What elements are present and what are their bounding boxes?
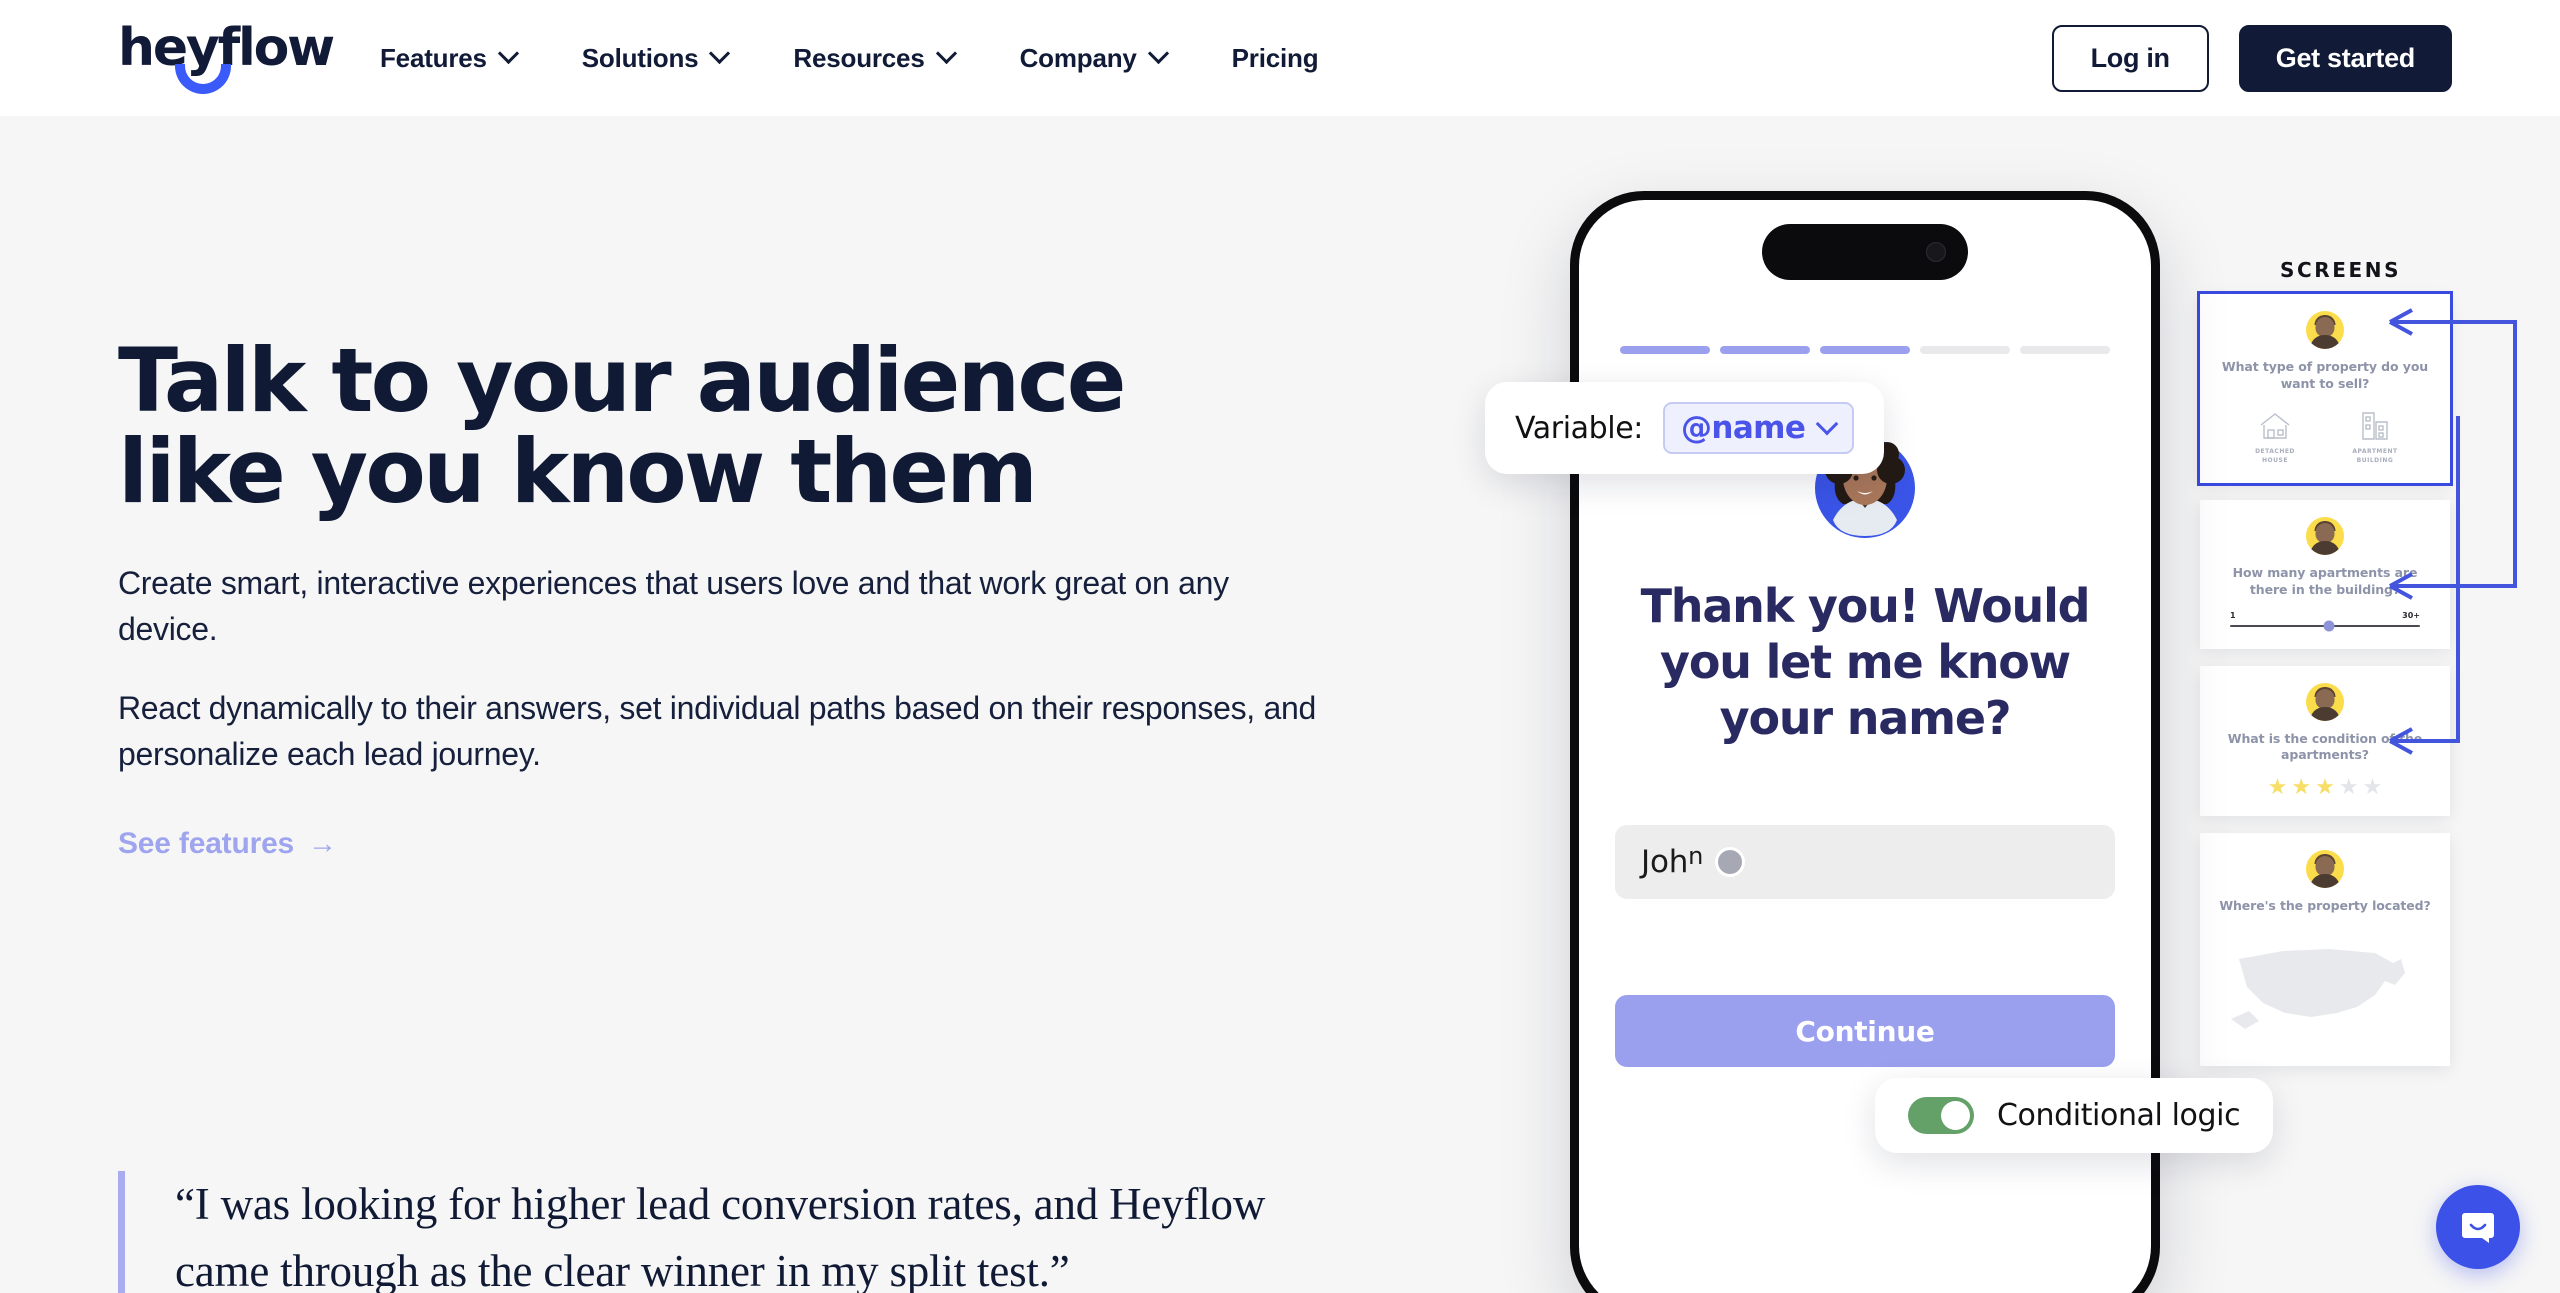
progress-bar: [1620, 346, 2110, 354]
screen-card-question: What type of property do you want to sel…: [2221, 359, 2429, 391]
chevron-down-icon: [938, 46, 956, 64]
conditional-logic-label: Conditional logic: [1997, 1098, 2241, 1133]
phone-notch: [1762, 224, 1968, 280]
main-navigation: Features Solutions Resources Company Pri…: [380, 0, 1319, 116]
slider-max-label: 30+: [2402, 610, 2420, 620]
nav-label-features: Features: [380, 42, 487, 73]
variable-value: @name: [1680, 410, 1806, 446]
toggle-knob: [1941, 1101, 1970, 1130]
star-icon[interactable]: ★: [2291, 776, 2311, 798]
name-input-value-head: Joh: [1641, 844, 1689, 880]
variable-label: Variable:: [1515, 410, 1643, 446]
star-icon[interactable]: ★: [2268, 776, 2288, 798]
screen-card[interactable]: How many apartments are there in the bui…: [2200, 499, 2450, 649]
slider-handle[interactable]: [2323, 620, 2335, 631]
chevron-down-icon: [1819, 416, 1836, 433]
site-header: heyflow Features Solutions Resources Com…: [0, 0, 2560, 116]
star-rating[interactable]: ★ ★ ★ ★ ★: [2214, 776, 2436, 798]
chevron-down-icon: [1150, 46, 1168, 64]
progress-segment: [2020, 346, 2110, 354]
apartment-count-slider[interactable]: 1 30+: [2230, 611, 2420, 631]
option-apartment-building[interactable]: APARTMENT BUILDING: [2344, 407, 2406, 465]
see-features-link[interactable]: See features →: [118, 827, 337, 861]
page-root: heyflow Features Solutions Resources Com…: [0, 0, 2560, 1293]
header-actions: Log in Get started: [2051, 0, 2452, 116]
hero-paragraph-2: React dynamically to their answers, set …: [118, 690, 1316, 772]
hero-visual: SCREENS What type of property do you wan…: [1330, 116, 2560, 1293]
hero-paragraph-1: Create smart, interactive experiences th…: [118, 565, 1229, 647]
progress-segment: [1820, 346, 1910, 354]
screen-card-list: What type of property do you want to sel…: [2197, 291, 2453, 1083]
chevron-down-icon: [711, 46, 729, 64]
house-icon: [2244, 407, 2306, 441]
variable-select[interactable]: @name: [1662, 402, 1855, 454]
screen-card[interactable]: What is the condition of the apartments?…: [2200, 665, 2450, 817]
quote-text: “I was looking for higher lead conversio…: [175, 1179, 1266, 1293]
screen-card-question: How many apartments are there in the bui…: [2232, 564, 2418, 597]
progress-segment: [1620, 346, 1710, 354]
chat-launcher-button[interactable]: [2436, 1185, 2520, 1269]
progress-segment: [1920, 346, 2010, 354]
star-icon[interactable]: ★: [2315, 776, 2335, 798]
see-features-label: See features: [118, 827, 295, 860]
conditional-logic-toggle[interactable]: [1908, 1097, 1974, 1134]
name-input-value-tail: n: [1688, 842, 1704, 870]
variable-card: Variable: @name: [1485, 382, 1885, 474]
slider-min-label: 1: [2230, 610, 2236, 620]
nav-item-solutions[interactable]: Solutions: [582, 43, 730, 74]
avatar: [2306, 516, 2344, 555]
nav-label-pricing: Pricing: [1231, 42, 1319, 73]
avatar: [2306, 850, 2344, 889]
avatar: [2306, 682, 2344, 721]
nav-label-resources: Resources: [793, 42, 925, 73]
testimonial-quote: “I was looking for higher lead conversio…: [118, 1171, 1318, 1293]
hero-section: Talk to your audience like you know them…: [0, 116, 2560, 1293]
nav-label-company: Company: [1019, 42, 1137, 73]
arrow-right-icon: →: [308, 827, 337, 860]
nav-item-pricing[interactable]: Pricing: [1232, 43, 1319, 74]
nav-label-solutions: Solutions: [581, 42, 699, 73]
intercom-chat-icon: [2462, 1213, 2494, 1243]
hero-copy: Talk to your audience like you know them…: [118, 329, 1368, 861]
screen-card-question: What is the condition of the apartments?: [2227, 730, 2423, 763]
get-started-button[interactable]: Get started: [2238, 24, 2452, 92]
screens-panel-title: SCREENS: [2280, 258, 2402, 282]
page-title: Talk to your audience like you know them: [118, 329, 1126, 523]
chevron-down-icon: [500, 46, 518, 64]
option-detached-house[interactable]: DETACHED HOUSE: [2244, 407, 2306, 465]
slider-end-labels: 1 30+: [2230, 611, 2420, 620]
star-icon[interactable]: ★: [2339, 776, 2359, 798]
avatar: [2306, 311, 2344, 349]
screen-card-options: DETACHED HOUSE APARTMENT BUILDING: [2214, 407, 2436, 465]
option-label: DETACHED HOUSE: [2255, 447, 2295, 464]
continue-button[interactable]: Continue: [1615, 995, 2115, 1067]
option-label: APARTMENT BUILDING: [2352, 447, 2398, 464]
nav-item-company[interactable]: Company: [1020, 43, 1168, 74]
phone-question-text: Thank you! Would you let me know your na…: [1640, 579, 2091, 746]
name-input[interactable]: Joh n: [1615, 825, 2115, 899]
apartment-icon: [2344, 407, 2406, 441]
nav-item-features[interactable]: Features: [380, 43, 518, 74]
progress-segment: [1720, 346, 1810, 354]
slider-track: [2230, 620, 2420, 631]
conditional-logic-card: Conditional logic: [1875, 1078, 2274, 1153]
star-icon[interactable]: ★: [2363, 776, 2383, 798]
typing-cursor-icon: [1715, 847, 1746, 877]
camera-icon: [1926, 242, 1946, 262]
screen-card[interactable]: Where's the property located?: [2200, 833, 2450, 1067]
nav-item-resources[interactable]: Resources: [793, 43, 955, 74]
us-map-icon: [2231, 949, 2405, 1030]
screen-card-question: Where's the property located?: [2219, 898, 2431, 914]
name-input-value: Joh n: [1641, 842, 1704, 880]
log-in-button[interactable]: Log in: [2051, 24, 2209, 92]
heyflow-logo[interactable]: heyflow: [118, 22, 338, 94]
logo-smile-icon: [175, 64, 231, 94]
screen-card[interactable]: What type of property do you want to sel…: [2197, 291, 2453, 486]
